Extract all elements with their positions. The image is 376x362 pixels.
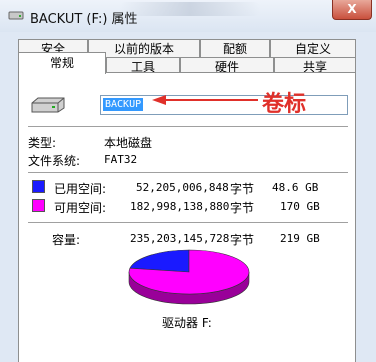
disk-usage-pie-chart <box>128 249 250 305</box>
volume-label-text: BACKUP <box>103 98 144 111</box>
annotation-arrow-icon <box>152 95 258 105</box>
capacity-gb: 219 GB <box>280 232 320 245</box>
tab-quota[interactable]: 配额 <box>200 39 270 57</box>
filesystem-value: FAT32 <box>104 153 138 166</box>
capacity-bytes: 235,203,145,728 <box>130 232 230 245</box>
annotation-label: 卷标 <box>262 92 307 117</box>
used-space-label: 已用空间: <box>54 182 107 196</box>
divider <box>28 222 348 223</box>
free-unit: 字节 <box>230 201 255 215</box>
free-gb: 170 GB <box>280 200 320 213</box>
filesystem-label: 文件系统: <box>28 154 81 168</box>
divider <box>28 172 348 173</box>
close-button[interactable]: X <box>332 0 372 20</box>
used-color-swatch <box>32 180 45 193</box>
blurred-region <box>120 2 260 16</box>
used-gb: 48.6 GB <box>272 181 319 194</box>
used-bytes: 52,205,006,848 <box>136 181 229 194</box>
tab-general[interactable]: 常规 <box>18 52 106 74</box>
free-color-swatch <box>32 199 45 212</box>
type-value: 本地磁盘 <box>104 136 153 150</box>
tab-customize[interactable]: 自定义 <box>270 39 356 57</box>
capacity-unit: 字节 <box>230 233 255 247</box>
capacity-label: 容量: <box>52 233 81 247</box>
title-bar[interactable]: BACKUT (F:) 属性 X <box>0 0 376 32</box>
drive-icon <box>8 11 24 20</box>
drive-label: 驱动器 F: <box>162 316 212 330</box>
type-label: 类型: <box>28 136 57 150</box>
divider <box>28 126 348 127</box>
hard-drive-icon <box>31 97 65 113</box>
free-bytes: 182,998,138,880 <box>130 200 230 213</box>
free-space-label: 可用空间: <box>54 201 107 215</box>
used-unit: 字节 <box>230 182 255 196</box>
